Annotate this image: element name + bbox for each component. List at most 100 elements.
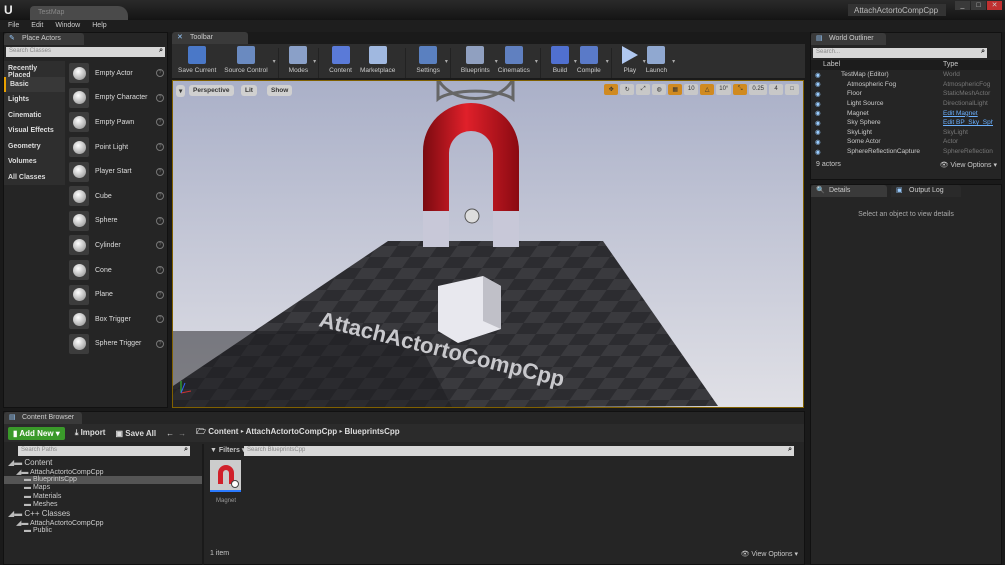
help-icon[interactable]: ?: [156, 290, 164, 299]
toolbar-play-button[interactable]: Play ▾: [618, 46, 646, 78]
rotation-snap-value[interactable]: 10°: [716, 84, 732, 95]
outliner-row[interactable]: ◉ Atmospheric Fog AtmosphericFog: [811, 80, 1001, 90]
menu-file[interactable]: File: [8, 22, 19, 30]
toolbar-compile-button[interactable]: Compile ▾: [573, 46, 609, 78]
help-icon[interactable]: ?: [156, 143, 164, 152]
menu-edit[interactable]: Edit: [31, 22, 43, 30]
folder-item[interactable]: ◢▬ C++ Classes: [4, 509, 202, 519]
add-new-button[interactable]: ▮ Add New ▾: [8, 426, 65, 440]
folder-item[interactable]: ▬ Meshes: [4, 501, 202, 509]
actor-item[interactable]: Sphere?: [65, 209, 168, 234]
level-tab[interactable]: TestMap: [30, 6, 128, 20]
output-log-tab[interactable]: ▣ Output Log: [891, 185, 961, 197]
view-options-button[interactable]: 👁 View Options ▾: [940, 161, 997, 169]
label-column-header[interactable]: Label: [823, 61, 840, 68]
toolbar-content-button[interactable]: Content: [325, 46, 356, 78]
actor-item[interactable]: Box Trigger?: [65, 307, 168, 332]
visibility-eye-icon[interactable]: ◉: [815, 90, 823, 98]
outliner-row[interactable]: ◉ Some Actor Actor: [811, 137, 1001, 147]
translate-mode-icon[interactable]: ✥: [604, 84, 619, 95]
camera-speed-value[interactable]: 4: [769, 84, 783, 95]
scale-mode-icon[interactable]: ⤢: [636, 84, 651, 95]
actor-item[interactable]: Cylinder?: [65, 233, 168, 258]
actor-item[interactable]: Empty Character?: [65, 86, 168, 111]
toolbar-marketplace-button[interactable]: Marketplace: [356, 46, 399, 78]
content-browser-tab[interactable]: ▤ Content Browser: [4, 412, 82, 424]
visibility-eye-icon[interactable]: ◉: [815, 100, 823, 108]
help-icon[interactable]: ?: [156, 69, 164, 78]
dropdown-arrow-icon[interactable]: ▾: [313, 58, 316, 65]
visibility-eye-icon[interactable]: ◉: [815, 138, 823, 146]
search-classes-input[interactable]: Search Classes ⌕: [6, 47, 165, 57]
viewport-options-button[interactable]: ▾: [176, 85, 186, 97]
actor-item[interactable]: Empty Actor?: [65, 61, 168, 86]
type-column-header[interactable]: Type: [943, 61, 958, 68]
visibility-eye-icon[interactable]: ◉: [815, 119, 823, 127]
actor-item[interactable]: Sphere Trigger?: [65, 332, 168, 357]
toolbar-source-control-button[interactable]: Source Control ▾: [220, 46, 276, 78]
help-icon[interactable]: ?: [156, 93, 164, 102]
perspective-button[interactable]: Perspective: [189, 85, 234, 96]
category-visual-effects[interactable]: Visual Effects: [4, 123, 65, 139]
folder-item[interactable]: ◢▬ AttachActortoCompCpp: [4, 468, 202, 476]
dropdown-arrow-icon[interactable]: ▾: [445, 58, 448, 65]
breadcrumb-item[interactable]: Content: [208, 427, 238, 436]
actor-item[interactable]: Plane?: [65, 282, 168, 307]
asset-magnet[interactable]: [210, 460, 241, 492]
actor-item[interactable]: Point Light?: [65, 135, 168, 160]
help-icon[interactable]: ?: [156, 216, 164, 225]
folder-item[interactable]: ◢▬ AttachActortoCompCpp: [4, 519, 202, 527]
folder-item[interactable]: ▬ Maps: [4, 484, 202, 492]
actor-type[interactable]: Edit Magnet: [943, 110, 993, 117]
visibility-eye-icon[interactable]: ◉: [815, 148, 823, 156]
world-local-icon[interactable]: ◍: [652, 84, 667, 95]
folder-item[interactable]: ▬ Public: [4, 527, 202, 535]
outliner-row[interactable]: ◉ Sky Sphere Edit BP_Sky_Sph: [811, 118, 1001, 128]
rotate-gizmo[interactable]: [436, 81, 515, 103]
folder-item[interactable]: ▬ Materials: [4, 493, 202, 501]
save-all-button[interactable]: ▣ Save All: [115, 429, 156, 438]
import-button[interactable]: ⤓ Import: [75, 428, 106, 438]
help-icon[interactable]: ?: [156, 118, 164, 127]
search-assets-input[interactable]: Search BlueprintsCpp ⌕: [244, 446, 794, 456]
actor-item[interactable]: Cube?: [65, 184, 168, 209]
outliner-search-input[interactable]: Search... ⌕: [813, 48, 987, 58]
toolbar-build-button[interactable]: Build ▾: [547, 46, 577, 78]
maximize-viewport-icon[interactable]: □: [785, 84, 799, 95]
folder-item[interactable]: ▬ BlueprintsCpp: [4, 476, 202, 485]
scale-snap-value[interactable]: 0.25: [749, 84, 767, 95]
breadcrumb-item[interactable]: BlueprintsCpp: [345, 427, 400, 436]
category-recently-placed[interactable]: Recently Placed: [4, 61, 65, 79]
outliner-row[interactable]: ◉ TestMap (Editor) World: [811, 70, 1001, 80]
category-cinematic[interactable]: Cinematic: [4, 107, 65, 123]
outliner-row[interactable]: ◉ SphereReflectionCapture SphereReflection: [811, 147, 1001, 157]
category-geometry[interactable]: Geometry: [4, 138, 65, 154]
lit-button[interactable]: Lit: [241, 85, 257, 96]
help-icon[interactable]: ?: [156, 315, 164, 324]
rotation-snap-icon[interactable]: △: [700, 84, 715, 95]
dropdown-arrow-icon[interactable]: ▾: [535, 58, 538, 65]
help-icon[interactable]: ?: [156, 266, 164, 275]
history-back-icon[interactable]: ←: [166, 429, 174, 438]
outliner-row[interactable]: ◉ Light Source DirectionalLight: [811, 99, 1001, 109]
visibility-eye-icon[interactable]: ◉: [815, 80, 823, 88]
dropdown-arrow-icon[interactable]: ▾: [672, 58, 675, 65]
history-forward-icon[interactable]: →: [178, 429, 186, 438]
actor-item[interactable]: Player Start?: [65, 159, 168, 184]
toolbar-modes-button[interactable]: Modes ▾: [285, 46, 316, 78]
rotate-mode-icon[interactable]: ↻: [620, 84, 635, 95]
level-viewport[interactable]: AttachActortoCompCpp ▾ Perspective Lit S…: [172, 80, 804, 408]
toolbar-launch-button[interactable]: Launch ▾: [642, 46, 675, 78]
visibility-eye-icon[interactable]: ◉: [815, 109, 823, 117]
show-button[interactable]: Show: [267, 85, 293, 96]
category-lights[interactable]: Lights: [4, 92, 65, 108]
toolbar-blueprints-button[interactable]: Blueprints ▾: [457, 46, 498, 78]
actor-type[interactable]: Edit BP_Sky_Sph: [943, 119, 993, 126]
outliner-tab[interactable]: ▤ World Outliner: [811, 33, 886, 45]
category-volumes[interactable]: Volumes: [4, 154, 65, 170]
cb-view-options-button[interactable]: 👁 View Options ▾: [741, 550, 798, 558]
search-paths-input[interactable]: Search Paths ⌕: [18, 446, 190, 456]
visibility-eye-icon[interactable]: ◉: [815, 128, 823, 136]
help-icon[interactable]: ?: [156, 241, 164, 250]
close-button[interactable]: ✕: [987, 1, 1002, 10]
